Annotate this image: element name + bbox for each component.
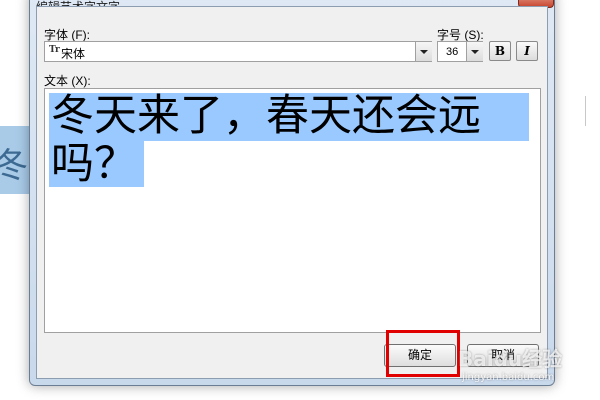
size-select[interactable]: 36 [437,41,483,62]
bold-button[interactable]: B [489,41,511,61]
baidu-watermark-url: jingyan.baidu.com [462,372,555,383]
text-line-1: 冬天来了，春天还会远 [51,91,481,141]
italic-button[interactable]: I [516,41,538,61]
baidu-watermark: Baidu经验 [458,347,563,371]
page-edge-marker [585,96,586,126]
background-text-fragment: 冬 [0,146,28,186]
text-label: 文本 (X): [44,74,91,88]
font-select-value: 宋体 [61,47,86,61]
text-line-2: 吗？ [51,139,137,189]
font-select[interactable]: Tr 宋体 [44,41,432,62]
font-dropdown-arrow-icon[interactable] [415,42,432,61]
truetype-font-icon: Tr [49,45,60,55]
size-dropdown-arrow-icon[interactable] [466,42,483,61]
size-select-value: 36 [446,46,459,58]
ok-button-highlight-box [386,330,460,377]
wordart-text-area[interactable]: 冬天来了，春天还会远 吗？ [44,88,541,333]
